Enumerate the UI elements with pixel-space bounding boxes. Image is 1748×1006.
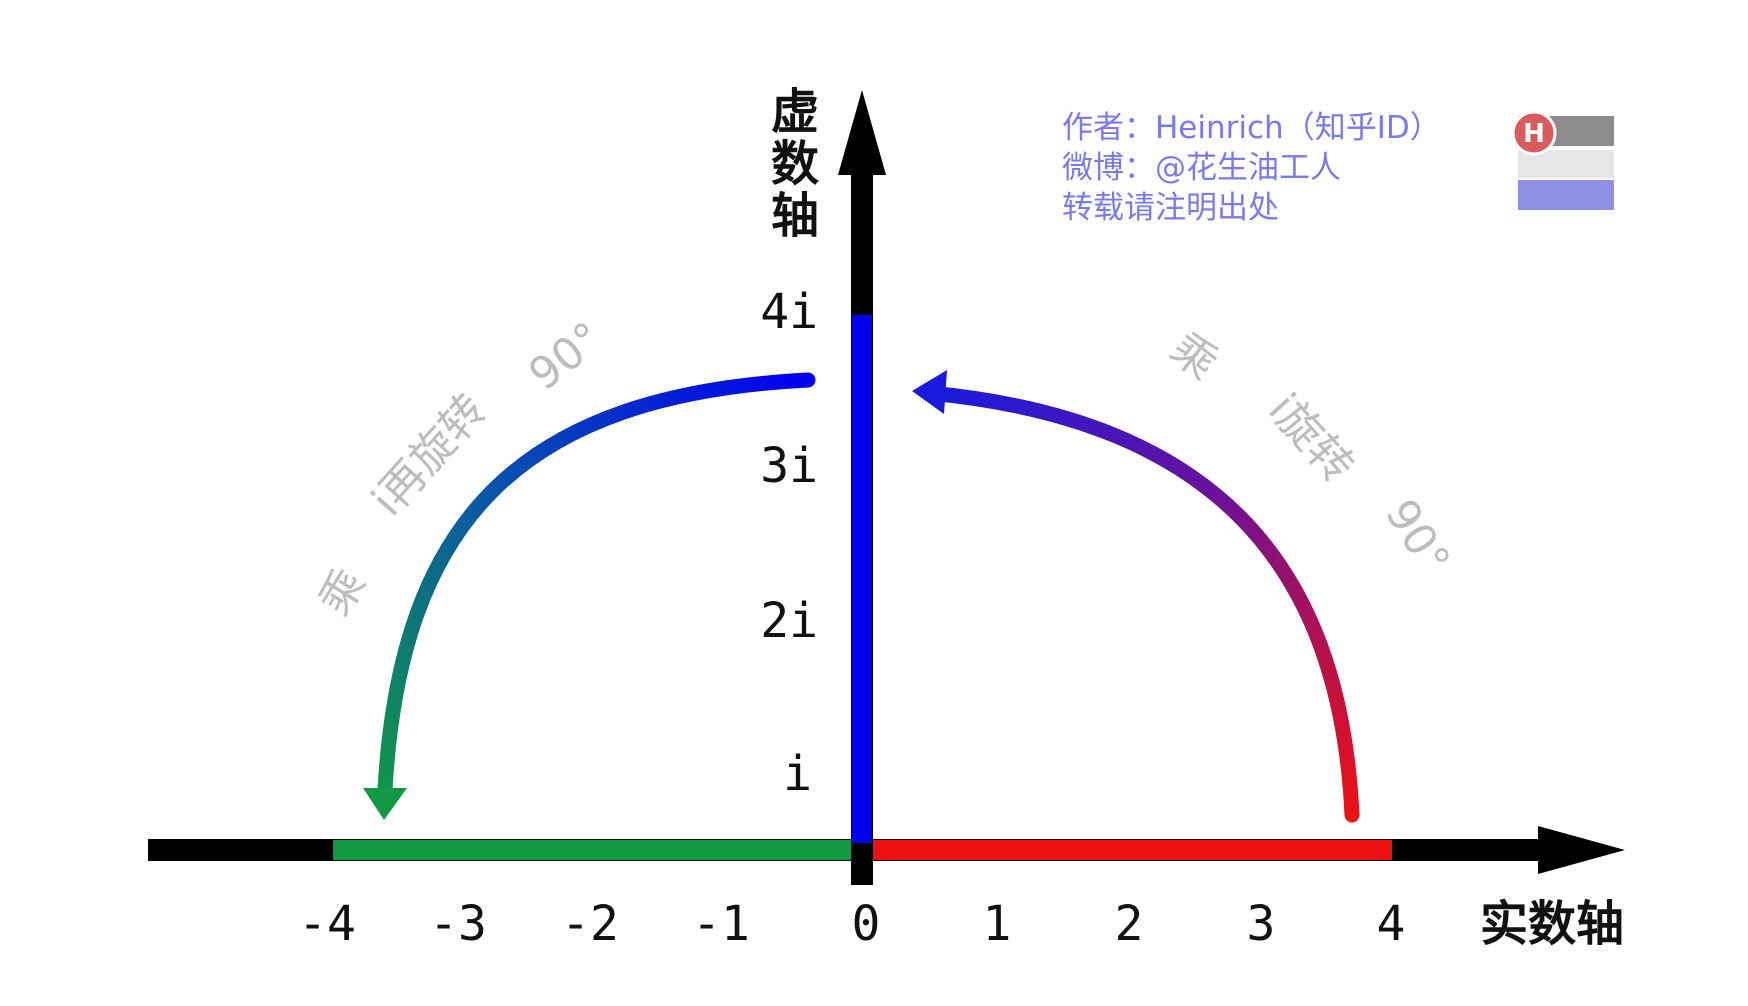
real-tick-label: -3 — [429, 896, 487, 952]
right-arc-label: 乘 i旋转 90° — [1161, 323, 1460, 584]
left-arc-label-part: 乘 — [309, 560, 376, 624]
imaginary-axis-label-char: 数 — [771, 136, 819, 192]
left-arc-label-part: 90° — [520, 312, 613, 400]
rotation-arc-right — [922, 385, 1360, 823]
imaginary-tick-labels: i 2i 3i 4i — [760, 284, 818, 802]
imaginary-axis-label-char: 轴 — [771, 188, 819, 244]
real-axis-arrowhead — [1538, 826, 1625, 874]
imaginary-tick-label: 4i — [760, 284, 818, 340]
imaginary-axis-label-char: 虚 — [771, 84, 819, 140]
author-credit: 作者：Heinrich（知乎ID） 微博：@花生油工人 转载请注明出处 — [1062, 110, 1441, 226]
real-tick-label: 3 — [1247, 896, 1276, 952]
credit-line: 微博：@花生油工人 — [1062, 150, 1341, 186]
real-tick-label: -4 — [298, 896, 356, 952]
imaginary-tick-label: i — [783, 746, 812, 802]
real-axis — [148, 826, 1625, 874]
real-tick-label: 0 — [852, 896, 881, 952]
real-tick-labels: -4 -3 -2 -1 0 1 2 3 4 — [298, 896, 1405, 952]
author-logo: H — [1511, 110, 1614, 210]
real-tick-label: 4 — [1377, 896, 1406, 952]
rotation-arrowhead-right — [912, 370, 947, 414]
imaginary-axis-arrowhead — [838, 90, 886, 175]
real-tick-label: 2 — [1115, 896, 1144, 952]
right-arc-label-part: i旋转 — [1258, 384, 1363, 493]
credit-line: 作者：Heinrich（知乎ID） — [1062, 110, 1441, 146]
imaginary-axis — [838, 90, 886, 885]
real-tick-label: 1 — [983, 896, 1012, 952]
right-arc-label-part: 乘 — [1161, 323, 1227, 390]
right-arc-label-part: 90° — [1375, 491, 1460, 584]
logo-bar-bottom — [1518, 180, 1614, 210]
rotation-arrowhead-left — [363, 788, 407, 820]
left-arc-label: 乘 i再旋转 90° — [309, 312, 612, 624]
imaginary-axis-label: 虚 数 轴 — [771, 84, 819, 244]
real-tick-label: -1 — [692, 896, 750, 952]
real-axis-label: 实数轴 — [1480, 896, 1624, 952]
imaginary-tick-label: 3i — [760, 438, 818, 494]
imaginary-tick-label: 2i — [760, 593, 818, 649]
complex-rotation-diagram: -4 -3 -2 -1 0 1 2 3 4 实数轴 i 2i 3i 4i 虚 数… — [148, 84, 1625, 952]
logo-letter: H — [1523, 119, 1545, 149]
credit-line: 转载请注明出处 — [1062, 190, 1279, 226]
real-tick-label: -2 — [561, 896, 619, 952]
